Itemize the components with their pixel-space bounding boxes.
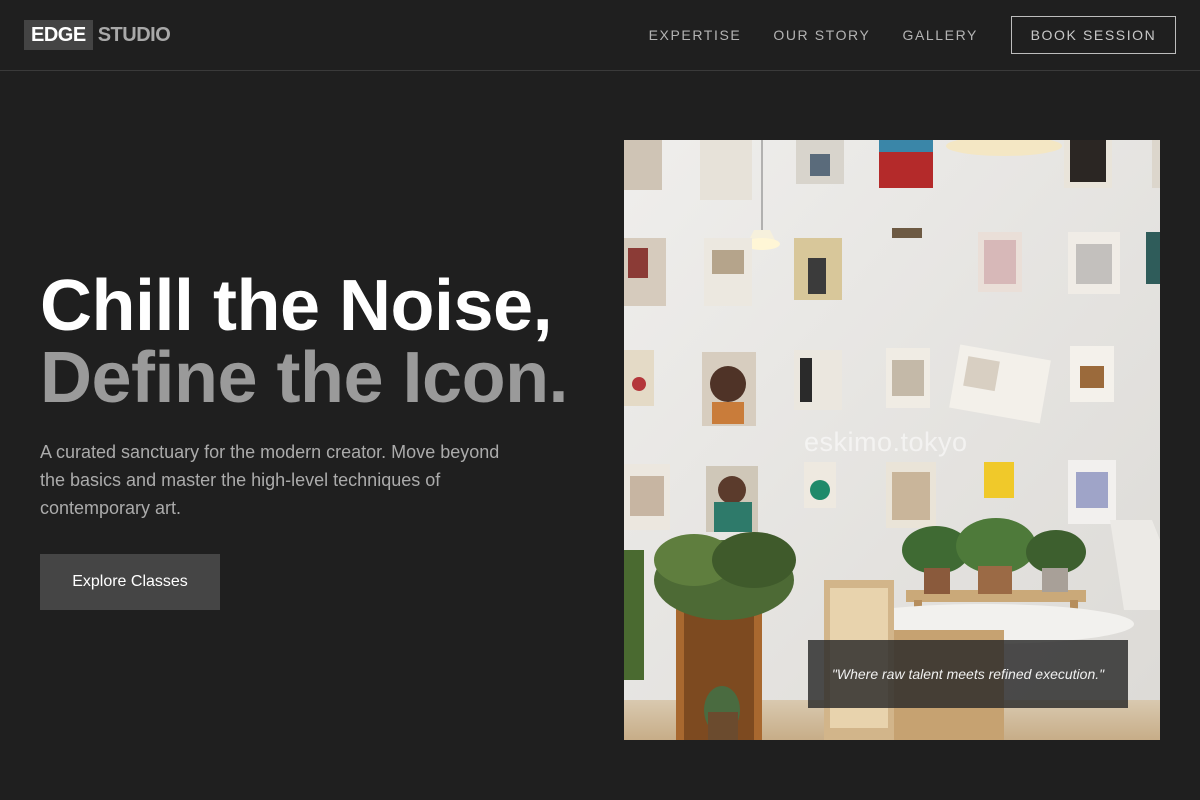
hero-description: A curated sanctuary for the modern creat… [40, 442, 500, 518]
photo-watermark: eskimo.tokyo [804, 427, 968, 457]
book-session-button[interactable]: BOOK SESSION [1011, 16, 1176, 54]
photo-quote: "Where raw talent meets refined executio… [808, 640, 1128, 708]
hero-headline: Chill the Noise, Define the Icon. [40, 266, 569, 418]
brand-logo-text: STUDIO [97, 23, 171, 46]
explore-classes-button[interactable]: Explore Classes [40, 554, 220, 610]
hero-image: eskimo.tokyo "Where raw talent meets ref… [624, 140, 1160, 740]
headline-line-2: Define the Icon. [40, 338, 569, 418]
site-header: EDGE STUDIO EXPERTISE OUR STORY GALLERY … [0, 0, 1200, 71]
nav-link-our-story[interactable]: OUR STORY [773, 27, 870, 43]
nav-link-gallery[interactable]: GALLERY [902, 27, 978, 43]
main-nav: EXPERTISE OUR STORY GALLERY BOOK SESSION [649, 16, 1176, 54]
brand-logo-box: EDGE [24, 20, 93, 50]
headline-line-1: Chill the Noise, [40, 266, 553, 346]
nav-link-expertise[interactable]: EXPERTISE [649, 27, 742, 43]
brand-logo[interactable]: EDGE STUDIO [24, 20, 171, 50]
